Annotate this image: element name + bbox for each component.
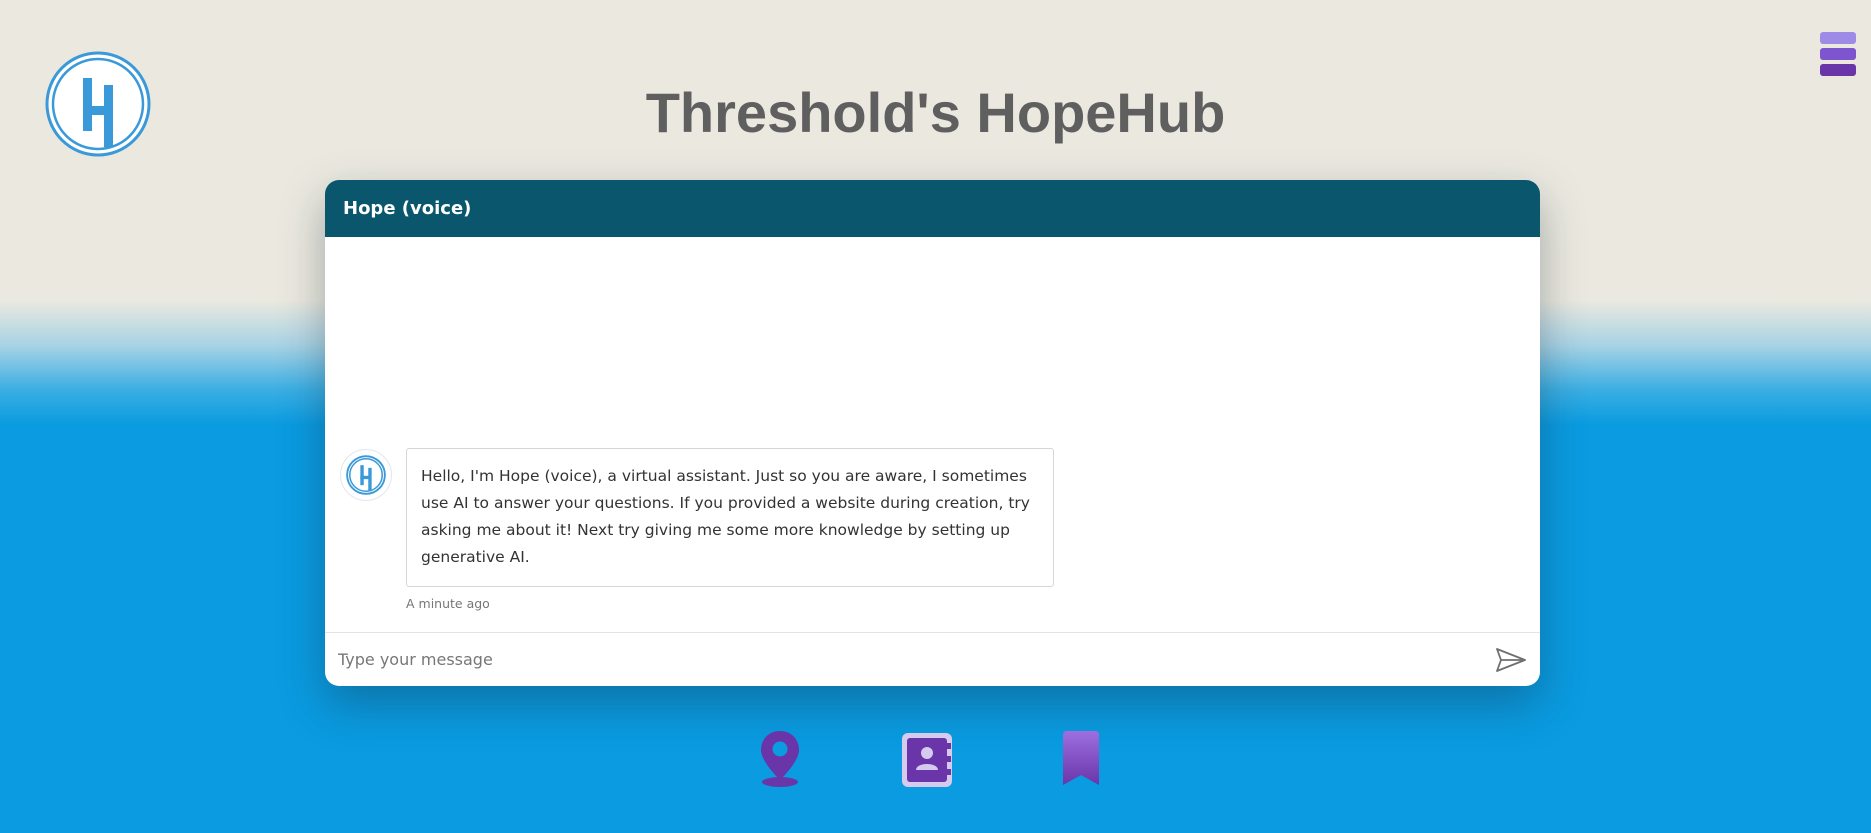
page-title: Threshold's HopeHub — [645, 81, 1226, 144]
message-input[interactable] — [338, 643, 1458, 675]
location-pin-icon — [761, 731, 799, 787]
bottom-navigation — [0, 729, 1871, 789]
bookmark-icon — [1063, 731, 1099, 785]
message-timestamp: A minute ago — [406, 596, 490, 611]
message-input-bar — [325, 632, 1540, 686]
chat-transcript[interactable]: Hello, I'm Hope (voice), a virtual assis… — [325, 237, 1540, 630]
chat-window: Hope (voice) Hello, I'm Hope (voice), a … — [325, 180, 1540, 686]
menu-bar-bottom — [1820, 64, 1856, 76]
contacts-nav-button[interactable] — [898, 729, 958, 789]
bookmark-nav-button[interactable] — [1051, 729, 1111, 789]
hamburger-menu-icon[interactable] — [1820, 32, 1856, 84]
menu-bar-top — [1820, 32, 1856, 44]
contact-book-icon — [902, 733, 952, 787]
bot-message-bubble: Hello, I'm Hope (voice), a virtual assis… — [406, 448, 1054, 587]
send-button[interactable] — [1495, 647, 1527, 673]
bot-avatar — [340, 449, 392, 501]
location-nav-button[interactable] — [750, 729, 810, 789]
chat-header-title: Hope (voice) — [325, 180, 1540, 237]
send-arrow-icon — [1496, 648, 1526, 672]
hopehub-avatar-icon — [346, 455, 386, 495]
menu-bar-middle — [1820, 48, 1856, 60]
